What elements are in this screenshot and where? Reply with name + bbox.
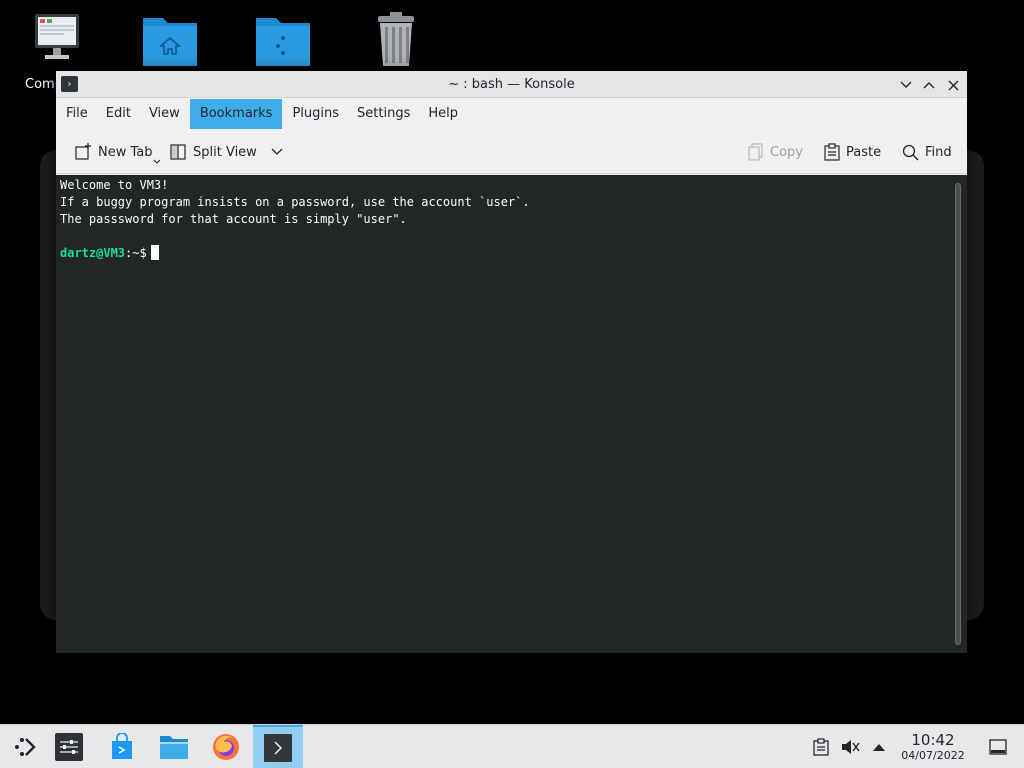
clock-time: 10:42 [911,731,955,749]
task-dolphin[interactable] [149,725,199,768]
new-tab-label: New Tab [98,144,153,160]
search-icon [902,144,919,160]
menu-bookmarks[interactable]: Bookmarks [189,98,283,129]
application-launcher[interactable] [0,725,50,768]
task-konsole[interactable] [253,725,303,768]
text-cursor [150,245,159,260]
terminal-output: Welcome to VM3! If a buggy program insist… [60,177,530,262]
network-folder-desktop-icon[interactable] [248,10,318,70]
task-discover[interactable] [97,725,147,768]
chevron-down-icon [271,148,283,155]
terminal-line: Welcome to VM3! [60,178,169,192]
prompt-line: dartz@VM3:~$ [60,245,530,262]
task-system-settings[interactable] [44,725,94,768]
paste-label: Paste [846,144,882,160]
split-view-icon [170,144,186,160]
konsole-icon [264,734,292,762]
volume-muted-icon[interactable] [840,737,860,757]
menu-help[interactable]: Help [420,99,466,129]
title-bar[interactable]: › ~ : bash — Konsole [56,71,967,98]
konsole-window: › ~ : bash — Konsole File Edit View Book… [56,71,967,653]
minimize-button[interactable] [897,76,915,94]
paste-icon [824,143,840,161]
launcher-icon [15,738,36,756]
new-tab-icon [75,143,91,160]
close-button[interactable] [944,76,962,94]
settings-icon [55,733,83,761]
clock[interactable]: 10:42 04/07/2022 [896,732,970,763]
menu-plugins[interactable]: Plugins [284,99,347,129]
copy-icon [748,143,763,161]
terminal-view[interactable]: Welcome to VM3! If a buggy program insist… [56,175,967,653]
chevron-down-icon [153,159,160,164]
trash-desktop-icon[interactable] [361,10,431,70]
taskbar: 10:42 04/07/2022 [0,724,1024,768]
terminal-line: If a buggy program insists on a password… [60,195,530,209]
menu-bar: File Edit View Bookmarks Plugins Setting… [56,98,967,129]
copy-button[interactable]: Copy [742,137,809,167]
find-label: Find [925,144,952,160]
toolbar: New Tab Split View Copy Paste Find [56,129,967,174]
konsole-app-icon[interactable]: › [61,76,78,92]
new-tab-button[interactable]: New Tab [68,137,160,167]
folder-icon [160,736,188,759]
chevron-up-icon[interactable] [869,737,889,757]
paste-button[interactable]: Paste [818,137,887,167]
store-bag-icon [112,733,132,759]
split-view-label: Split View [193,144,257,160]
menu-view[interactable]: View [141,99,188,129]
computer-desktop-icon[interactable] [22,10,92,70]
maximize-button[interactable] [920,76,938,94]
split-view-button[interactable]: Split View [163,137,289,167]
clipboard-tray-icon[interactable] [811,737,831,757]
window-title: ~ : bash — Konsole [448,76,575,92]
terminal-line: The passsword for that account is simply… [60,212,407,226]
menu-file[interactable]: File [58,99,96,129]
task-firefox[interactable] [201,725,251,768]
terminal-scrollbar[interactable] [955,183,961,645]
show-desktop-icon[interactable] [988,737,1008,757]
copy-label: Copy [770,144,803,160]
firefox-icon [213,734,239,760]
prompt-path: ~$ [132,246,147,260]
clock-date: 04/07/2022 [901,749,965,762]
desktop: Comp › ~ : bash — Konsole File Edit View… [0,0,1024,768]
menu-edit[interactable]: Edit [98,99,139,129]
home-folder-desktop-icon[interactable] [135,10,205,70]
menu-settings[interactable]: Settings [349,99,418,129]
find-button[interactable]: Find [896,137,958,167]
prompt-user: dartz@VM3 [60,246,126,260]
